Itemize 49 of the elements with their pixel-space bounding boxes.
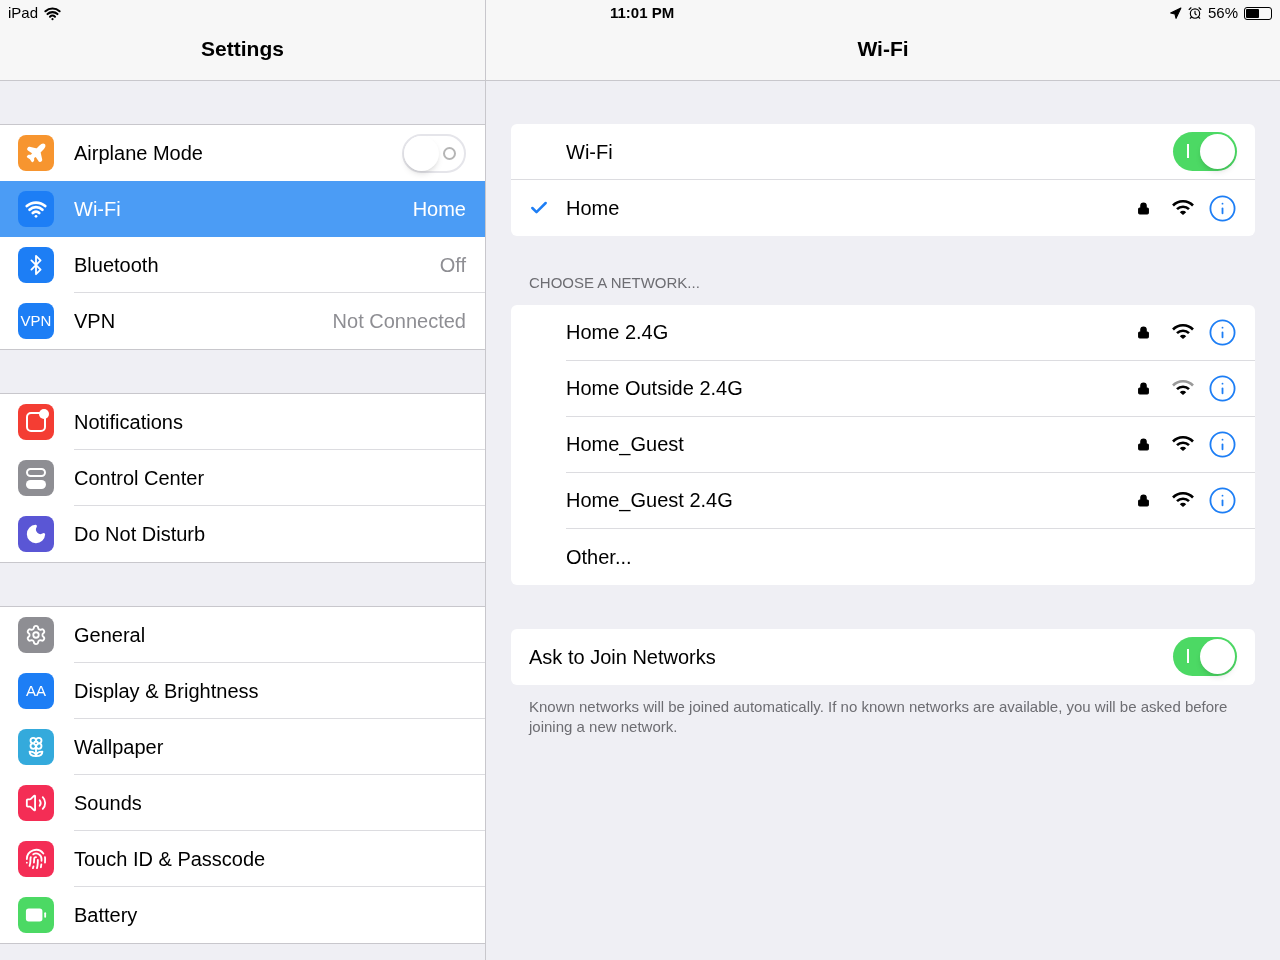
info-icon[interactable] <box>1208 193 1237 223</box>
network-name[interactable]: Home <box>566 193 1137 223</box>
wifi-signal-icon <box>1172 380 1194 396</box>
row-value: Home <box>412 197 466 222</box>
row-label: Display & Brightness <box>74 678 260 704</box>
toggle-switch[interactable] <box>1173 637 1237 676</box>
wifi-signal-icon <box>1172 200 1194 216</box>
info-icon[interactable] <box>1208 373 1237 403</box>
location-icon <box>1168 6 1182 20</box>
row-label: Battery <box>74 903 139 928</box>
wifi-label: Wi-Fi <box>566 139 614 165</box>
wifi-signal-icon <box>1172 436 1194 452</box>
row-label: General <box>74 622 147 648</box>
toggle-switch[interactable] <box>1173 132 1237 171</box>
network-name[interactable]: Home_Guest <box>566 429 1137 459</box>
row-label: VPN <box>74 309 117 334</box>
info-icon[interactable] <box>1208 485 1237 515</box>
row-value: Off <box>439 252 466 278</box>
info-icon[interactable] <box>1208 429 1237 459</box>
wifi-status-icon <box>44 4 62 22</box>
alarm-icon <box>1187 6 1202 20</box>
section-header: CHOOSE A NETWORK... <box>528 273 701 293</box>
row-label: Wi-Fi <box>74 197 122 222</box>
row-label: Control Center <box>74 465 206 491</box>
wifi-signal-icon <box>1172 492 1194 508</box>
sidebar-title: Settings <box>201 35 284 62</box>
row-label: Wallpaper <box>74 734 165 760</box>
network-name[interactable]: Home Outside 2.4G <box>566 373 1137 403</box>
row-label: Touch ID & Passcode <box>74 846 267 872</box>
wifi-signal-icon <box>1172 324 1194 340</box>
ask-label: Ask to Join Networks <box>529 644 717 670</box>
row-label: Airplane Mode <box>74 141 204 166</box>
row-label: Bluetooth <box>74 252 160 278</box>
page-title: Wi-Fi <box>857 35 909 62</box>
device-name: iPad <box>8 2 39 23</box>
row-value: Not Connected <box>332 309 466 334</box>
toggle-switch[interactable] <box>402 133 466 173</box>
network-name[interactable]: Home 2.4G <box>566 317 1137 347</box>
network-name[interactable]: Home_Guest 2.4G <box>566 485 1137 515</box>
text-icon: AA <box>18 673 54 709</box>
row-label: Notifications <box>74 409 184 435</box>
other-network[interactable]: Other... <box>566 541 632 572</box>
text-icon: VPN <box>18 303 54 339</box>
footer-note: Known networks will be joined automatically. If no known networks are available, you will be asked before joining a new network. <box>527 696 1229 737</box>
row-label: Sounds <box>74 790 143 816</box>
row-label: Do Not Disturb <box>74 522 207 547</box>
info-icon[interactable] <box>1208 317 1237 347</box>
status-time: 11:01 PM <box>610 2 675 23</box>
battery-percent: 56% <box>1207 2 1238 23</box>
